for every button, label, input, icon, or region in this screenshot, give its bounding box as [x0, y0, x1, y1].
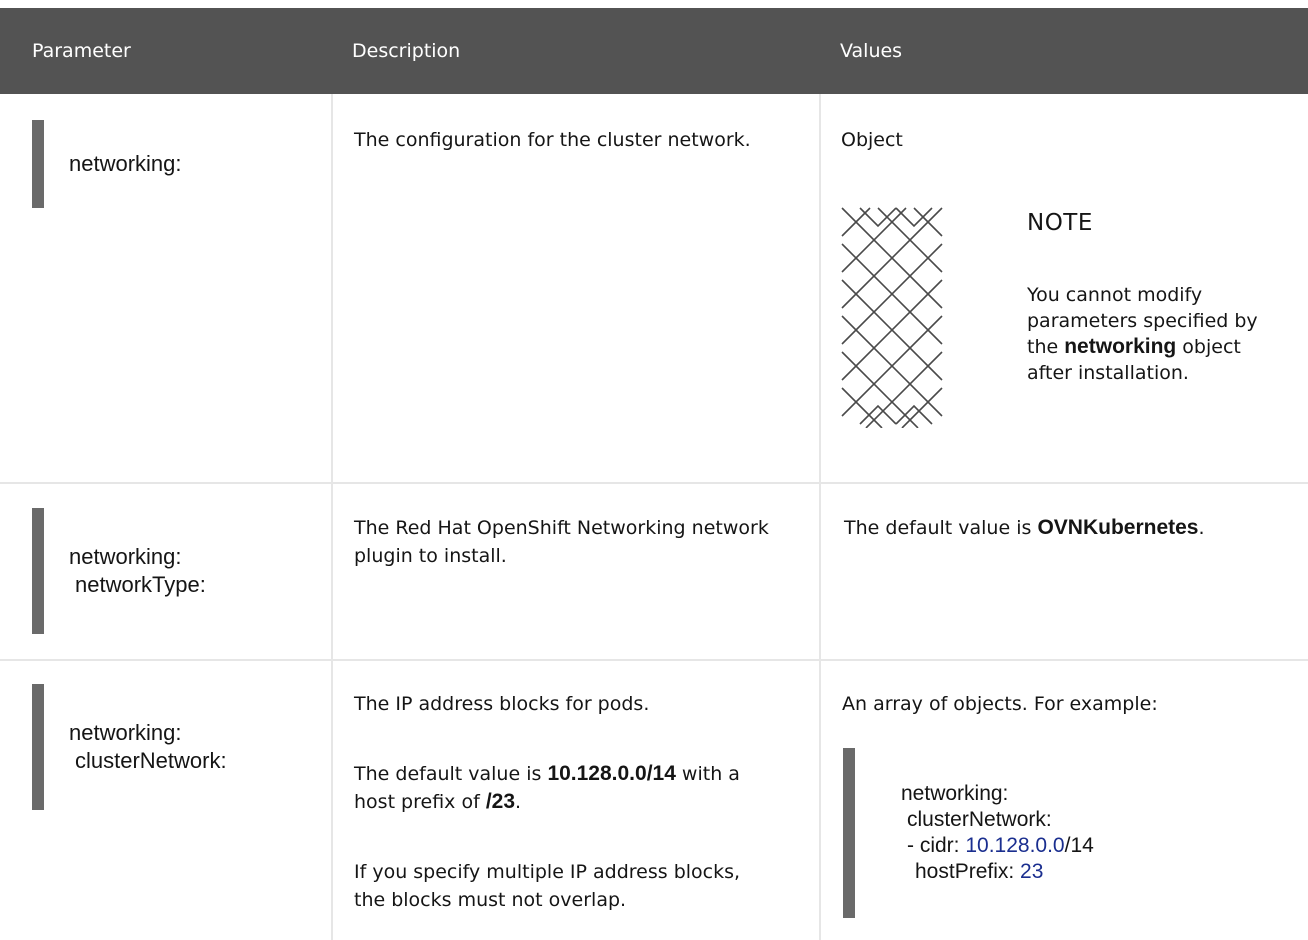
value-text: Object	[841, 129, 903, 151]
note-pattern-icon	[841, 207, 943, 428]
code-key: - cidr:	[907, 834, 966, 857]
code-line: hostPrefix: 23	[901, 859, 1094, 885]
note-title: NOTE	[1027, 210, 1093, 236]
note-bold-term: networking	[1064, 335, 1177, 358]
description-text: The default value is 10.128.0.0/14 with …	[354, 760, 774, 816]
code-line: - cidr: 10.128.0.0/14	[901, 833, 1094, 859]
description-text: If you specify multiple IP address block…	[354, 861, 741, 911]
code-line: clusterNetwork:	[907, 808, 1052, 831]
code-key: hostPrefix:	[915, 860, 1021, 883]
code-number: 23	[1020, 860, 1044, 883]
code-line: networking:	[901, 782, 1009, 805]
header-parameter: Parameter	[32, 40, 131, 62]
code-example: networking: clusterNetwork: - cidr: 10.1…	[843, 748, 1094, 918]
code-number: 10.128.0.0	[965, 834, 1065, 857]
column-divider	[819, 94, 821, 940]
parameter-line: networkType:	[75, 572, 206, 597]
parameter-line: clusterNetwork:	[75, 748, 227, 773]
row-divider	[0, 482, 1308, 484]
row-divider	[0, 659, 1308, 661]
parameter-code: networking: networkType:	[32, 508, 206, 634]
parameter-line: networking:	[69, 544, 182, 569]
parameter-line: networking:	[69, 720, 182, 745]
table-header: Parameter Description Values	[0, 8, 1308, 94]
column-divider	[331, 94, 333, 940]
description-text: The IP address blocks for pods.	[354, 693, 650, 715]
parameter-code: networking: clusterNetwork:	[32, 684, 227, 810]
description-text: The configuration for the cluster networ…	[354, 129, 751, 151]
description-text: The Red Hat OpenShift Networking network…	[354, 517, 769, 567]
parameter-line: networking:	[69, 151, 182, 176]
header-description: Description	[352, 40, 461, 62]
value-bold-term: OVNKubernetes	[1037, 516, 1199, 539]
parameter-table: Parameter Description Values networking:…	[0, 0, 1308, 940]
description-bold-term: 10.128.0.0/14	[547, 762, 676, 785]
value-text-part: .	[1198, 517, 1205, 539]
description-text-part: .	[515, 791, 522, 813]
note-body: You cannot modify parameters specified b…	[1027, 282, 1287, 386]
value-text: The default value is OVNKubernetes.	[844, 514, 1304, 542]
value-text-part: The default value is	[844, 517, 1038, 539]
description-bold-term: /23	[485, 790, 516, 813]
parameter-code: networking:	[32, 120, 182, 208]
value-text: An array of objects. For example:	[842, 693, 1158, 715]
description-text-part: The default value is	[354, 763, 548, 785]
code-suffix: /14	[1064, 834, 1094, 857]
header-values: Values	[840, 40, 903, 62]
